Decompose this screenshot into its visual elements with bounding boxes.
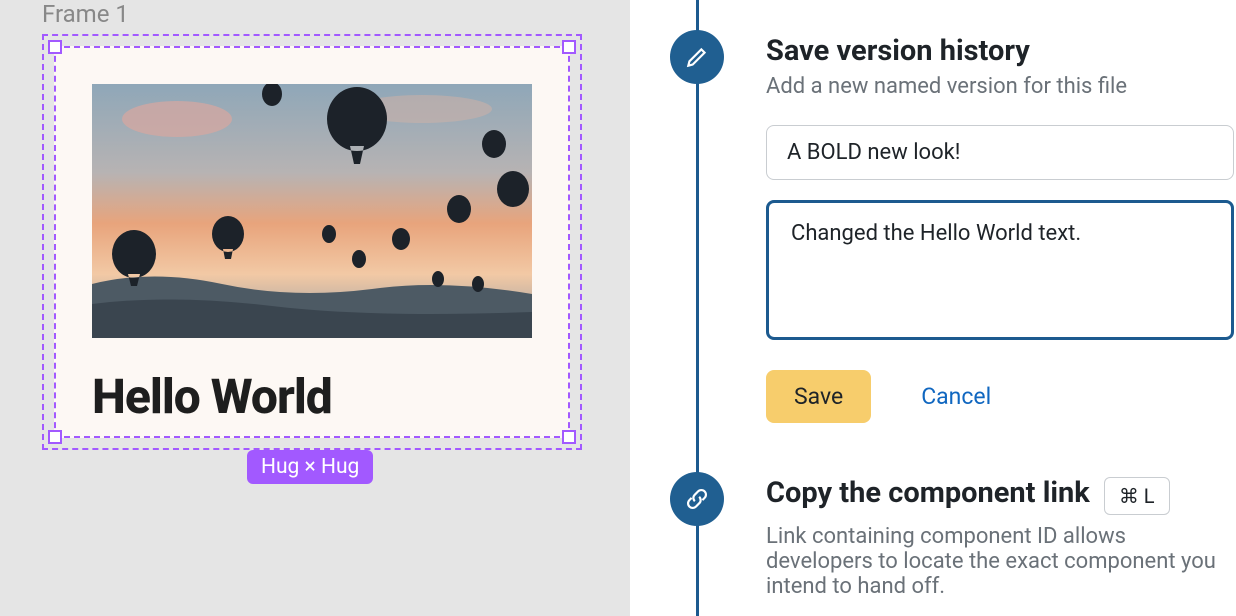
resize-handle-bottom-left[interactable]: [48, 430, 62, 444]
frame-image[interactable]: [92, 84, 532, 338]
copy-link-title: Copy the component link: [766, 476, 1090, 510]
copy-link-subtitle: Link containing component ID allows deve…: [766, 524, 1236, 599]
canvas-panel: Frame 1: [0, 0, 630, 616]
save-version-block: Save version history Add a new named ver…: [766, 34, 1236, 423]
hello-world-text[interactable]: Hello World: [92, 368, 332, 425]
resize-handle-top-left[interactable]: [48, 40, 62, 54]
keyboard-shortcut: ⌘ L: [1104, 477, 1170, 515]
copy-link-block: Copy the component link ⌘ L Link contain…: [766, 476, 1236, 599]
size-badge: Hug × Hug: [247, 450, 373, 484]
resize-handle-top-right[interactable]: [562, 40, 576, 54]
frame-label[interactable]: Frame 1: [42, 0, 129, 28]
cancel-button[interactable]: Cancel: [921, 383, 991, 410]
save-button[interactable]: Save: [766, 370, 871, 423]
resize-handle-bottom-right[interactable]: [562, 430, 576, 444]
link-icon: [670, 472, 724, 526]
save-version-title: Save version history: [766, 34, 1236, 68]
frame-selection[interactable]: Hello World: [54, 46, 570, 438]
version-description-input[interactable]: [766, 200, 1234, 340]
pencil-icon: [670, 30, 724, 84]
save-version-subtitle: Add a new named version for this file: [766, 74, 1236, 99]
version-name-input[interactable]: [766, 125, 1234, 180]
